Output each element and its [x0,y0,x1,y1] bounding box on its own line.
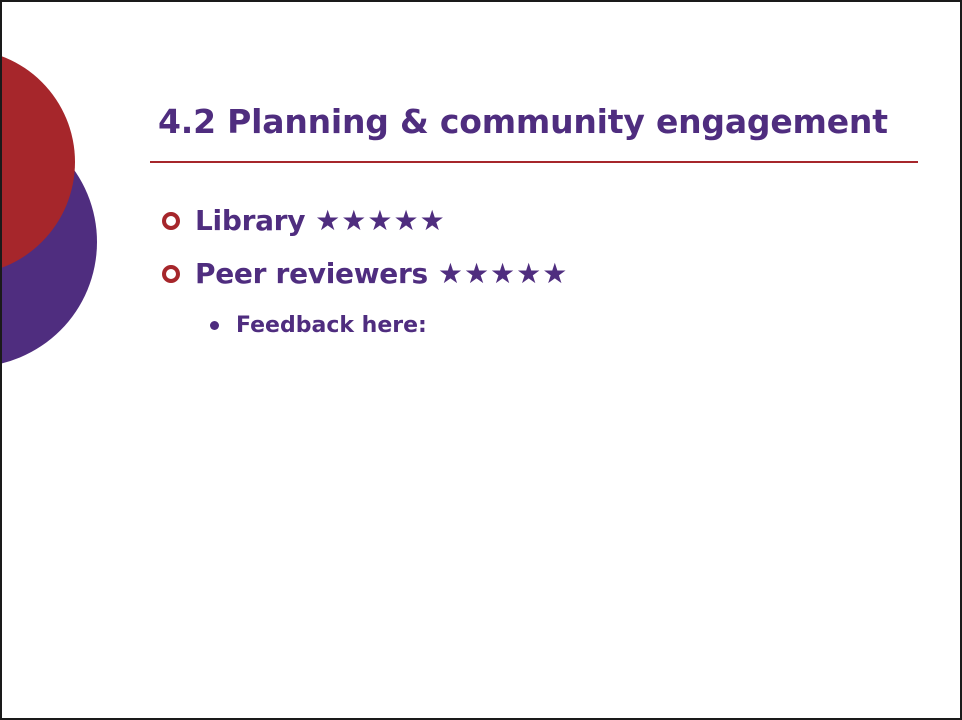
ring-bullet-icon [162,211,180,230]
list-item-peer-reviewers: Peer reviewers ★★★★★ [162,257,568,290]
dot-bullet-icon [210,321,219,330]
list-item-label: Library [195,204,306,237]
decorative-circles [2,56,97,364]
title-underline [150,161,918,163]
star-rating-icon: ★★★★★ [315,204,446,237]
sub-list-item-label: Feedback here: [236,313,427,338]
list-item-library: Library ★★★★★ [162,204,446,237]
slide-title: 4.2 Planning & community engagement [158,102,888,141]
sub-list-item-feedback: Feedback here: [210,313,427,338]
ring-bullet-icon [162,264,180,283]
list-item-label: Peer reviewers [195,257,428,290]
star-rating-icon: ★★★★★ [437,257,569,290]
slide: 4.2 Planning & community engagement Libr… [0,0,962,720]
